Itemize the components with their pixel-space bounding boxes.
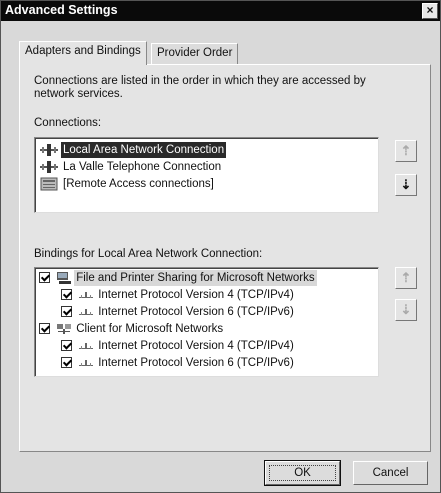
file-printer-sharing-icon: [57, 271, 72, 284]
bindings-label: Bindings for Local Area Network Connecti…: [34, 248, 263, 260]
adapters-bindings-panel: Connections are listed in the order in w…: [19, 64, 431, 452]
connection-label: Local Area Network Connection: [61, 142, 227, 158]
protocol-icon: [79, 291, 94, 298]
binding-item[interactable]: Internet Protocol Version 6 (TCP/IPv6): [61, 355, 296, 371]
connections-label: Connections:: [34, 117, 102, 129]
move-connection-down-button[interactable]: ⇣: [395, 174, 417, 196]
binding-label: Internet Protocol Version 6 (TCP/IPv6): [98, 357, 294, 369]
binding-checkbox[interactable]: [61, 289, 72, 301]
tab-adapters-and-bindings[interactable]: Adapters and Bindings: [19, 41, 147, 65]
focus-ring: [269, 465, 336, 481]
connection-item-remote-access[interactable]: [Remote Access connections]: [39, 176, 216, 192]
connection-label: [Remote Access connections]: [63, 178, 214, 190]
close-button[interactable]: ×: [422, 3, 438, 19]
binding-item[interactable]: Internet Protocol Version 4 (TCP/IPv4): [61, 338, 296, 354]
binding-item[interactable]: Internet Protocol Version 6 (TCP/IPv6): [61, 304, 296, 320]
advanced-settings-dialog: Advanced Settings × Adapters and Binding…: [0, 0, 441, 493]
binding-label: Internet Protocol Version 4 (TCP/IPv4): [98, 340, 294, 352]
protocol-icon: [79, 308, 94, 315]
remote-access-icon: [40, 177, 58, 191]
move-binding-down-button[interactable]: ⇣: [395, 299, 417, 321]
bindings-list[interactable]: File and Printer Sharing for Microsoft N…: [34, 267, 379, 377]
binding-checkbox[interactable]: [39, 323, 50, 335]
connection-item-local-area[interactable]: Local Area Network Connection: [39, 142, 227, 158]
connection-item-telephone[interactable]: La Valle Telephone Connection: [39, 159, 223, 175]
protocol-icon: [79, 342, 94, 349]
cancel-button[interactable]: Cancel: [353, 461, 428, 485]
connection-label: La Valle Telephone Connection: [63, 161, 222, 173]
tab-provider-order[interactable]: Provider Order: [151, 43, 239, 64]
binding-label: File and Printer Sharing for Microsoft N…: [74, 270, 317, 286]
title-bar: Advanced Settings ×: [1, 1, 440, 21]
binding-checkbox[interactable]: [61, 306, 72, 318]
binding-label: Internet Protocol Version 6 (TCP/IPv6): [98, 306, 294, 318]
window-title: Advanced Settings: [5, 3, 118, 17]
move-connection-up-button[interactable]: ⇡: [395, 140, 417, 162]
ok-button[interactable]: OK: [264, 460, 341, 486]
binding-checkbox[interactable]: [61, 340, 72, 352]
binding-item[interactable]: Client for Microsoft Networks: [39, 321, 225, 337]
binding-item[interactable]: File and Printer Sharing for Microsoft N…: [39, 270, 317, 286]
connections-description: Connections are listed in the order in w…: [34, 75, 366, 100]
binding-label: Client for Microsoft Networks: [76, 323, 224, 335]
network-client-icon: [57, 323, 72, 334]
network-adapter-icon: [40, 143, 58, 156]
binding-item[interactable]: Internet Protocol Version 4 (TCP/IPv4): [61, 287, 296, 303]
network-adapter-icon: [40, 160, 58, 173]
move-binding-up-button[interactable]: ⇡: [395, 267, 417, 289]
binding-checkbox[interactable]: [39, 272, 50, 284]
protocol-icon: [79, 359, 94, 366]
binding-checkbox[interactable]: [61, 357, 72, 369]
binding-label: Internet Protocol Version 4 (TCP/IPv4): [98, 289, 294, 301]
connections-list[interactable]: Local Area Network Connection La Valle T…: [34, 137, 379, 213]
